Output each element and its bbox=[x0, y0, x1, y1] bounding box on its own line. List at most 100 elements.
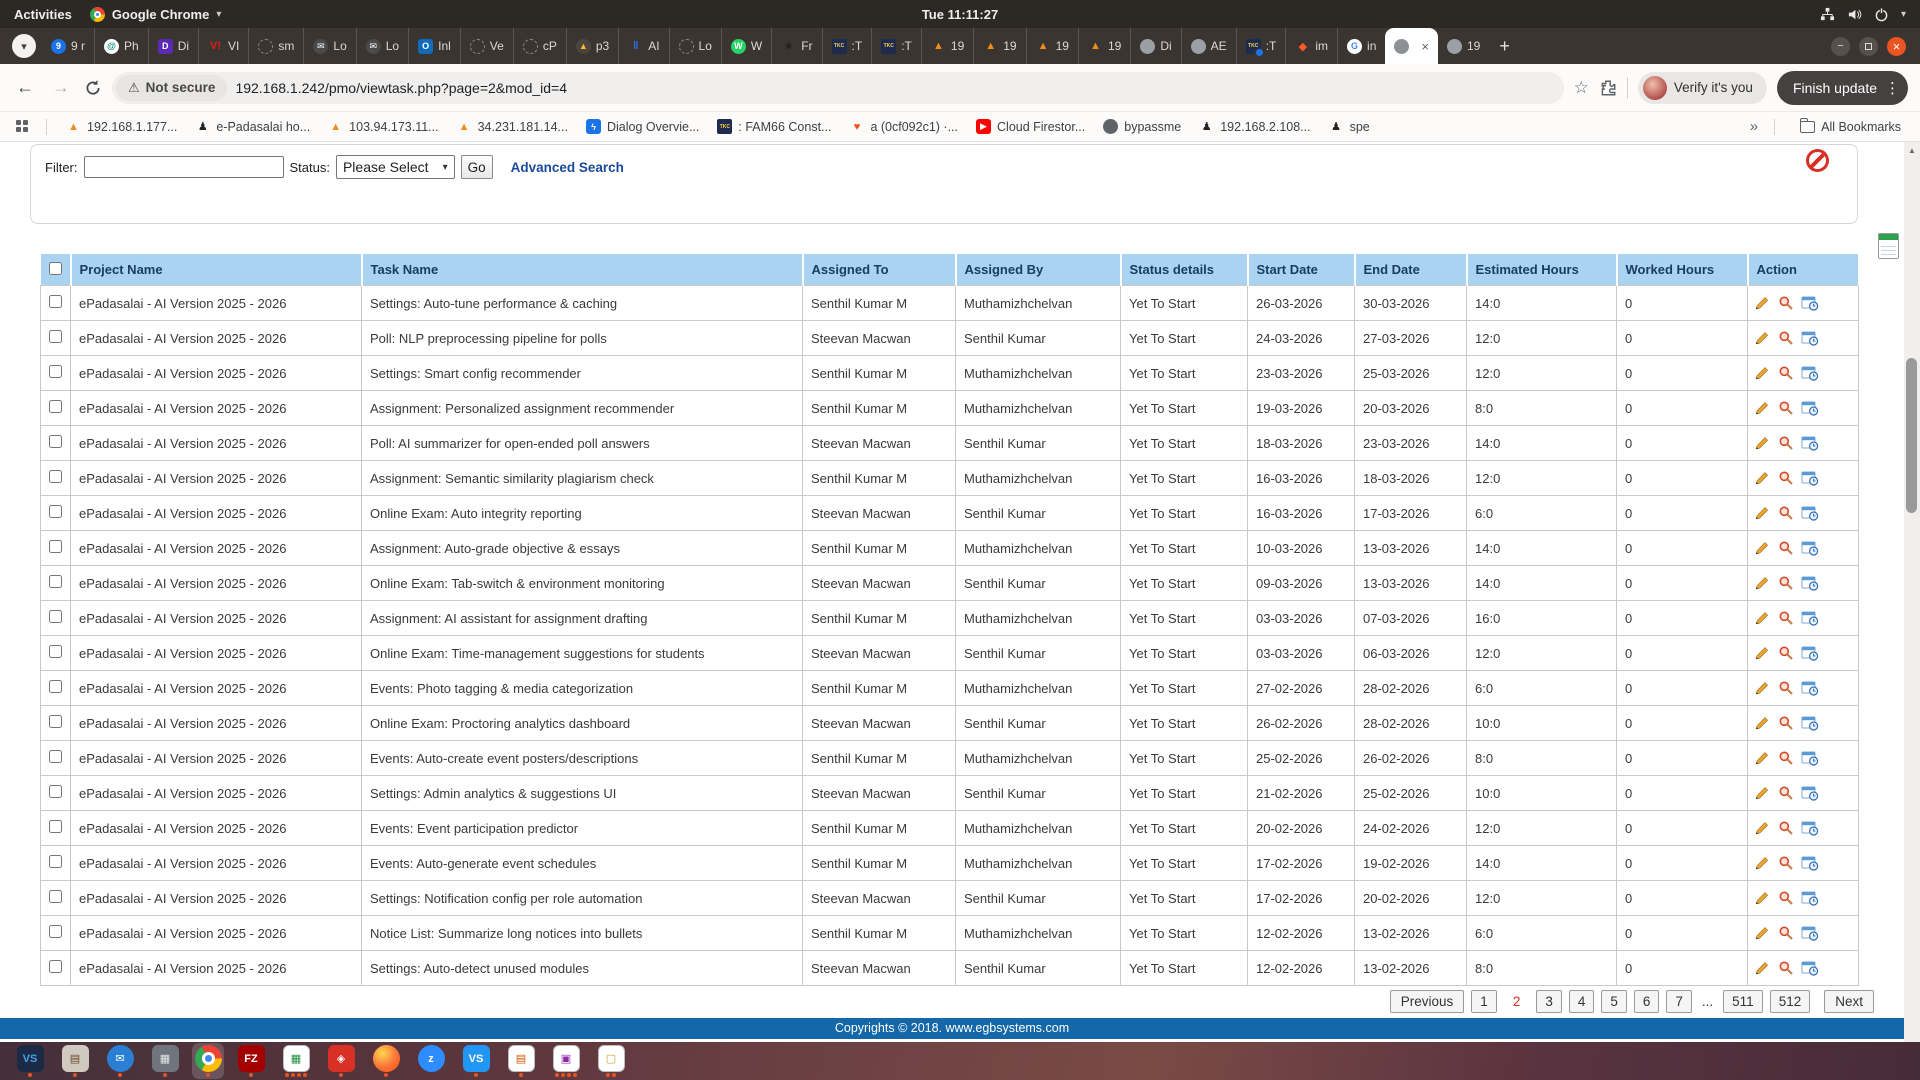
tab-search-button[interactable]: ▾ bbox=[12, 34, 36, 58]
page-button[interactable]: 6 bbox=[1633, 990, 1660, 1013]
edit-pencil-icon[interactable] bbox=[1754, 540, 1770, 556]
view-magnifier-icon[interactable] bbox=[1778, 680, 1794, 696]
page-button[interactable]: 4 bbox=[1568, 990, 1595, 1013]
row-checkbox[interactable] bbox=[49, 855, 62, 868]
schedule-calendar-icon[interactable] bbox=[1801, 785, 1819, 801]
browser-tab[interactable]: Di × bbox=[1130, 28, 1180, 64]
browser-tab[interactable]: TKC :T × bbox=[871, 28, 921, 64]
extensions-icon[interactable] bbox=[1599, 79, 1617, 97]
view-magnifier-icon[interactable] bbox=[1778, 435, 1794, 451]
edit-pencil-icon[interactable] bbox=[1754, 960, 1770, 976]
bookmark-item[interactable]: ϟ Dialog Overvie... bbox=[577, 116, 708, 137]
bookmark-item[interactable]: ▲ 103.94.173.11... bbox=[319, 116, 447, 137]
row-checkbox[interactable] bbox=[49, 645, 62, 658]
dock-item[interactable]: ◈ bbox=[325, 1045, 357, 1077]
window-minimize-button[interactable]: − bbox=[1831, 36, 1850, 56]
browser-tab[interactable]: ▲ 19 × bbox=[1077, 28, 1130, 64]
schedule-calendar-icon[interactable] bbox=[1801, 855, 1819, 871]
dock-item[interactable]: ▤ bbox=[505, 1045, 537, 1077]
browser-tab[interactable]: 9 9 r × bbox=[42, 28, 94, 64]
browser-tab[interactable]: × bbox=[1385, 28, 1438, 64]
dock-item[interactable]: ✉ bbox=[104, 1045, 136, 1077]
row-checkbox[interactable] bbox=[49, 750, 62, 763]
edit-pencil-icon[interactable] bbox=[1754, 680, 1770, 696]
row-checkbox[interactable] bbox=[49, 575, 62, 588]
dock-item[interactable]: ▢ bbox=[595, 1045, 627, 1077]
browser-tab[interactable]: sm × bbox=[248, 28, 303, 64]
page-button[interactable]: 511 bbox=[1723, 990, 1763, 1013]
window-maximize-button[interactable] bbox=[1859, 36, 1878, 56]
schedule-calendar-icon[interactable] bbox=[1801, 400, 1819, 416]
bookmark-item[interactable]: ♟ spe bbox=[1320, 116, 1379, 137]
menu-kebab-icon[interactable]: ⋮ bbox=[1885, 79, 1900, 97]
edit-pencil-icon[interactable] bbox=[1754, 820, 1770, 836]
schedule-calendar-icon[interactable] bbox=[1801, 470, 1819, 486]
column-header[interactable]: Action bbox=[1747, 254, 1860, 286]
column-header[interactable]: Task Name bbox=[361, 254, 804, 286]
row-checkbox[interactable] bbox=[49, 960, 62, 973]
view-magnifier-icon[interactable] bbox=[1778, 365, 1794, 381]
page-button[interactable]: 2 bbox=[1504, 990, 1530, 1013]
dock-item[interactable]: ▤ bbox=[59, 1045, 91, 1077]
previous-button[interactable]: Previous bbox=[1389, 990, 1465, 1013]
reload-button[interactable] bbox=[84, 79, 102, 97]
row-checkbox[interactable] bbox=[49, 890, 62, 903]
view-magnifier-icon[interactable] bbox=[1778, 400, 1794, 416]
page-button[interactable]: 512 bbox=[1769, 990, 1811, 1013]
row-checkbox[interactable] bbox=[49, 610, 62, 623]
browser-tab[interactable]: Lo × bbox=[668, 28, 721, 64]
page-button[interactable]: 5 bbox=[1601, 990, 1627, 1013]
power-icon[interactable] bbox=[1874, 7, 1889, 22]
activities-button[interactable]: Activities bbox=[14, 7, 72, 22]
browser-tab[interactable]: ‖ AI × bbox=[618, 28, 668, 64]
bookmark-item[interactable]: bypassme bbox=[1094, 116, 1190, 137]
edit-pencil-icon[interactable] bbox=[1754, 575, 1770, 591]
edit-pencil-icon[interactable] bbox=[1754, 925, 1770, 941]
browser-tab[interactable]: ▲ 19 × bbox=[920, 28, 973, 64]
browser-tab[interactable]: ▲ p3 × bbox=[565, 28, 618, 64]
schedule-calendar-icon[interactable] bbox=[1801, 505, 1819, 521]
browser-tab[interactable]: @ Ph × bbox=[94, 28, 148, 64]
row-checkbox[interactable] bbox=[49, 365, 62, 378]
window-close-button[interactable]: × bbox=[1887, 36, 1906, 56]
page-button[interactable]: ... bbox=[1699, 990, 1716, 1013]
edit-pencil-icon[interactable] bbox=[1754, 610, 1770, 626]
schedule-calendar-icon[interactable] bbox=[1801, 750, 1819, 766]
row-checkbox[interactable] bbox=[49, 435, 62, 448]
schedule-calendar-icon[interactable] bbox=[1801, 435, 1819, 451]
schedule-calendar-icon[interactable] bbox=[1801, 330, 1819, 346]
scrollbar[interactable]: ▲ bbox=[1904, 142, 1920, 1042]
column-header[interactable]: Project Name bbox=[70, 254, 363, 286]
browser-tab[interactable]: TKC :T × bbox=[1235, 28, 1286, 64]
view-magnifier-icon[interactable] bbox=[1778, 855, 1794, 871]
column-header[interactable]: Estimated Hours bbox=[1466, 254, 1618, 286]
browser-tab[interactable]: AE × bbox=[1180, 28, 1236, 64]
browser-tab[interactable]: cP × bbox=[512, 28, 566, 64]
edit-pencil-icon[interactable] bbox=[1754, 330, 1770, 346]
advanced-search-link[interactable]: Advanced Search bbox=[511, 160, 624, 175]
volume-icon[interactable] bbox=[1847, 7, 1862, 22]
column-header[interactable]: Start Date bbox=[1247, 254, 1356, 286]
dock-item[interactable] bbox=[370, 1045, 402, 1077]
browser-tab[interactable]: D Di × bbox=[147, 28, 198, 64]
dock-item[interactable]: ▦ bbox=[280, 1045, 312, 1077]
view-magnifier-icon[interactable] bbox=[1778, 960, 1794, 976]
row-checkbox[interactable] bbox=[49, 470, 62, 483]
schedule-calendar-icon[interactable] bbox=[1801, 715, 1819, 731]
bookmark-item[interactable]: ▲ 192.168.1.177... bbox=[57, 116, 186, 137]
browser-tab[interactable]: ✉ Lo × bbox=[303, 28, 355, 64]
back-button[interactable]: ← bbox=[12, 77, 38, 98]
view-magnifier-icon[interactable] bbox=[1778, 750, 1794, 766]
view-magnifier-icon[interactable] bbox=[1778, 470, 1794, 486]
edit-pencil-icon[interactable] bbox=[1754, 505, 1770, 521]
tab-close-icon[interactable]: × bbox=[1421, 39, 1429, 54]
view-magnifier-icon[interactable] bbox=[1778, 925, 1794, 941]
all-bookmarks-button[interactable]: All Bookmarks bbox=[1791, 117, 1910, 137]
dock-item[interactable]: VS bbox=[14, 1045, 46, 1077]
browser-tab[interactable]: ✳ Fr × bbox=[771, 28, 821, 64]
dock-item[interactable]: ▦ bbox=[149, 1045, 181, 1077]
browser-tab[interactable]: 19 × bbox=[1438, 28, 1489, 64]
row-checkbox[interactable] bbox=[49, 820, 62, 833]
bookmark-overflow-chevron[interactable]: » bbox=[1750, 118, 1758, 135]
browser-tab[interactable]: ✉ Lo × bbox=[355, 28, 408, 64]
